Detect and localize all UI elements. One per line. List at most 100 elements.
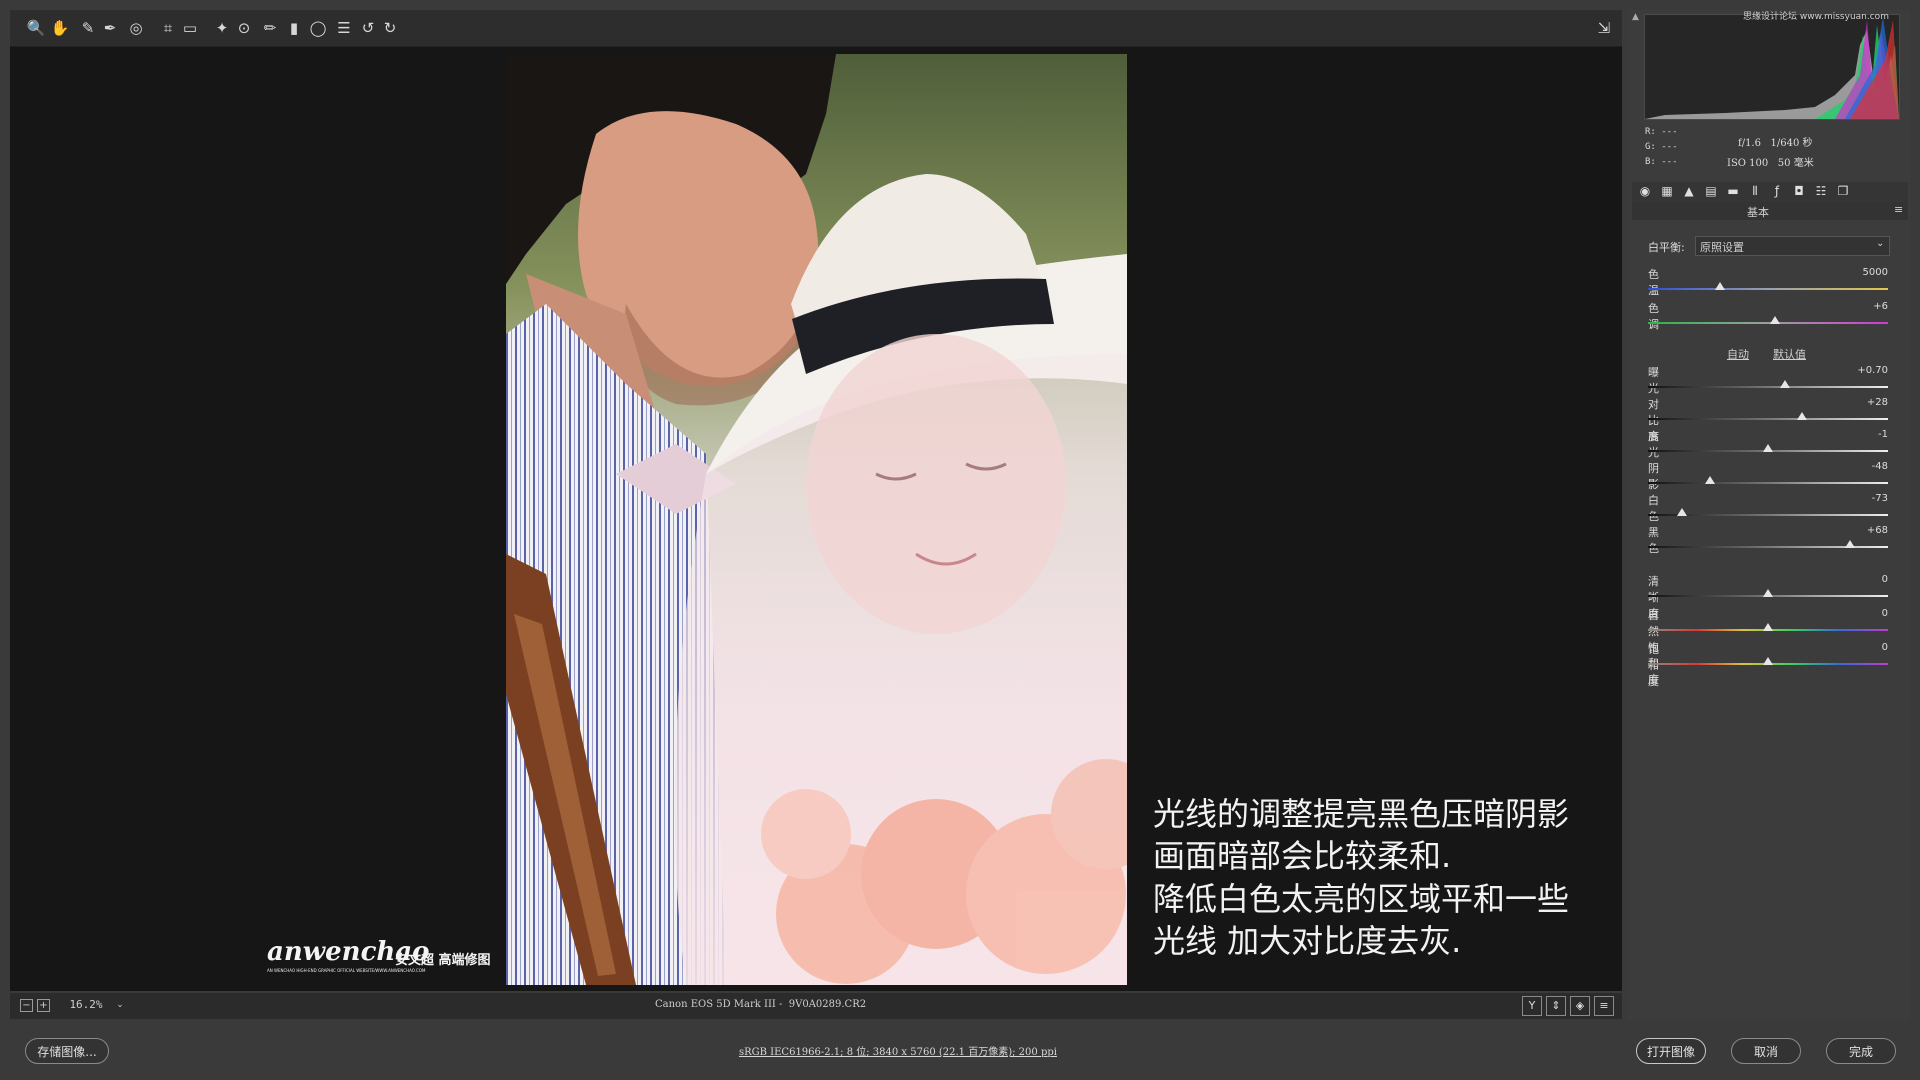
tint-label: 色调 (1648, 302, 1659, 331)
snapshots-tab-icon[interactable]: ❐ (1834, 184, 1852, 200)
histogram (1644, 14, 1900, 120)
aperture-shutter-readout: f/1.6 1/640 秒 (1738, 138, 1813, 149)
zoom-level-field[interactable]: 16.2% (56, 998, 116, 1011)
split-toning-tab-icon[interactable]: ▬ (1724, 184, 1742, 200)
shadows-slider-track[interactable] (1648, 482, 1888, 484)
tone-curve-tab-icon[interactable]: ▦ (1658, 184, 1676, 200)
done-button[interactable]: 完成 (1826, 1038, 1896, 1064)
watermark-cn: 安文超 高端修图 (395, 953, 491, 968)
shadow-clipping-icon[interactable]: ▲ (1632, 12, 1644, 22)
rotate-left-icon[interactable]: ↺ (356, 16, 380, 40)
auto-link[interactable]: 自动 (1727, 346, 1749, 362)
copy-settings-button[interactable]: ◈ (1570, 996, 1590, 1016)
chevron-down-icon: ⌄ (1876, 238, 1885, 249)
caption-line-4: 光线 加大对比度去灰. (1153, 922, 1462, 960)
fullscreen-toggle-icon[interactable]: ⇲ (1592, 16, 1616, 40)
photo-preview[interactable] (506, 54, 1127, 985)
detail-tab-icon[interactable]: ▲ (1680, 184, 1698, 200)
panel-tabs: ◉ ▦ ▲ ▤ ▬ ⦀ ƒ ◘ ☷ ❐ (1632, 182, 1908, 202)
highlights-label: 高光 (1648, 430, 1659, 459)
clarity-slider-thumb[interactable] (1763, 589, 1773, 597)
zoom-dropdown-icon[interactable]: ⌄ (112, 996, 128, 1014)
white-balance-label: 白平衡: (1648, 241, 1685, 254)
zoom-out-button[interactable]: − (20, 999, 33, 1012)
workflow-options-link[interactable]: sRGB IEC61966-2.1; 8 位; 3840 x 5760 (22.… (739, 1043, 1057, 1058)
default-link[interactable]: 默认值 (1773, 346, 1806, 362)
histogram-graph (1645, 17, 1899, 119)
tint-slider-thumb[interactable] (1770, 316, 1781, 324)
site-watermark: 思缘设计论坛 www.missyuan.com (1743, 12, 1889, 22)
preferences-icon[interactable]: ☰ (332, 16, 356, 40)
basic-tab-icon[interactable]: ◉ (1636, 184, 1654, 200)
cancel-button[interactable]: 取消 (1731, 1038, 1801, 1064)
toggle-settings-button[interactable]: ≡ (1594, 996, 1614, 1016)
zoom-tool-icon[interactable]: 🔍 (24, 16, 48, 40)
highlights-value[interactable]: -1 (1848, 429, 1888, 440)
watermark: anwenchao 安文超 高端修图 AN WENCHAO HIGH-END G… (267, 937, 497, 977)
lens-tab-icon[interactable]: ⦀ (1746, 184, 1764, 200)
saturation-slider-thumb[interactable] (1763, 657, 1773, 665)
blacks-value[interactable]: +68 (1848, 525, 1888, 536)
adjustment-brush-icon[interactable]: ✏ (258, 16, 282, 40)
crop-tool-icon[interactable]: ⌗ (156, 16, 180, 40)
highlights-slider-thumb[interactable] (1763, 444, 1773, 452)
rgb-r-readout: R: --- (1645, 127, 1678, 137)
tint-value[interactable]: +6 (1848, 301, 1888, 312)
save-image-button[interactable]: 存储图像... (25, 1038, 109, 1064)
vibrance-value[interactable]: 0 (1848, 608, 1888, 619)
temperature-slider-track[interactable] (1648, 288, 1888, 290)
exposure-slider-thumb[interactable] (1779, 380, 1790, 388)
temperature-slider-thumb[interactable] (1715, 282, 1725, 290)
rotate-right-icon[interactable]: ↻ (378, 16, 402, 40)
saturation-value[interactable]: 0 (1848, 642, 1888, 653)
presets-tab-icon[interactable]: ☷ (1812, 184, 1830, 200)
panel-header: 基本 ≡ (1632, 202, 1908, 220)
swap-settings-button[interactable]: ⇕ (1546, 996, 1566, 1016)
whites-value[interactable]: -73 (1848, 493, 1888, 504)
camera-calibration-tab-icon[interactable]: ◘ (1790, 184, 1808, 200)
contrast-slider-thumb[interactable] (1796, 412, 1807, 420)
shadows-value[interactable]: -48 (1848, 461, 1888, 472)
blacks-label: 黑色 (1648, 526, 1659, 555)
watermark-small: AN WENCHAO HIGH-END GRAPHIC OFFICIAL WEB… (267, 968, 426, 973)
targeted-adjustment-tool-icon[interactable]: ◎ (124, 16, 148, 40)
iso-focal-readout: ISO 100 50 毫米 (1727, 158, 1814, 169)
whites-slider-thumb[interactable] (1676, 508, 1687, 516)
white-balance-tool-icon[interactable]: ✎ (76, 16, 100, 40)
color-sampler-tool-icon[interactable]: ✒ (98, 16, 122, 40)
shadows-slider-thumb[interactable] (1705, 476, 1716, 484)
exposure-slider-track[interactable] (1648, 386, 1888, 388)
zoom-in-button[interactable]: + (37, 999, 50, 1012)
effects-tab-icon[interactable]: ƒ (1768, 184, 1786, 200)
straighten-tool-icon[interactable]: ▭ (178, 16, 202, 40)
view-buttons: Y ⇕ ◈ ≡ (1522, 996, 1622, 1016)
before-after-view-button[interactable]: Y (1522, 996, 1542, 1016)
panel-menu-icon[interactable]: ≡ (1894, 203, 1903, 216)
hsl-tab-icon[interactable]: ▤ (1702, 184, 1720, 200)
red-eye-tool-icon[interactable]: ⊙ (232, 16, 256, 40)
white-balance-select[interactable]: 原照设置 ⌄ (1695, 236, 1890, 256)
exposure-label: 曝光 (1648, 366, 1659, 395)
hand-tool-icon[interactable]: ✋ (48, 16, 72, 40)
spot-removal-tool-icon[interactable]: ✦ (210, 16, 234, 40)
filename-label: Canon EOS 5D Mark III - 9V0A0289.CR2 (655, 999, 867, 1010)
vibrance-slider-thumb[interactable] (1763, 623, 1773, 631)
shadows-label: 阴影 (1648, 462, 1659, 491)
toolbar: 🔍 ✋ ✎ ✒ ◎ ⌗ ▭ ✦ ⊙ ✏ ▮ ◯ ☰ ↺ ↻ ⇲ (10, 10, 1622, 47)
graduated-filter-icon[interactable]: ▮ (282, 16, 306, 40)
caption-line-3: 降低白色太亮的区域平和一些 (1153, 880, 1570, 918)
clarity-value[interactable]: 0 (1848, 574, 1888, 585)
radial-filter-icon[interactable]: ◯ (306, 16, 330, 40)
preview-status-bar: − + 16.2% ⌄ Canon EOS 5D Mark III - 9V0A… (10, 993, 1622, 1019)
whites-label: 白色 (1648, 494, 1659, 523)
contrast-slider-track[interactable] (1648, 418, 1888, 420)
contrast-value[interactable]: +28 (1848, 397, 1888, 408)
saturation-label: 饱和度 (1648, 643, 1659, 688)
temperature-value[interactable]: 5000 (1848, 267, 1888, 278)
white-balance-value: 原照设置 (1700, 241, 1744, 254)
blacks-slider-thumb[interactable] (1844, 540, 1855, 548)
tint-slider-track[interactable] (1648, 322, 1888, 324)
open-image-button[interactable]: 打开图像 (1636, 1038, 1706, 1064)
exposure-value[interactable]: +0.70 (1848, 365, 1888, 376)
photo-illustration (506, 54, 1127, 985)
